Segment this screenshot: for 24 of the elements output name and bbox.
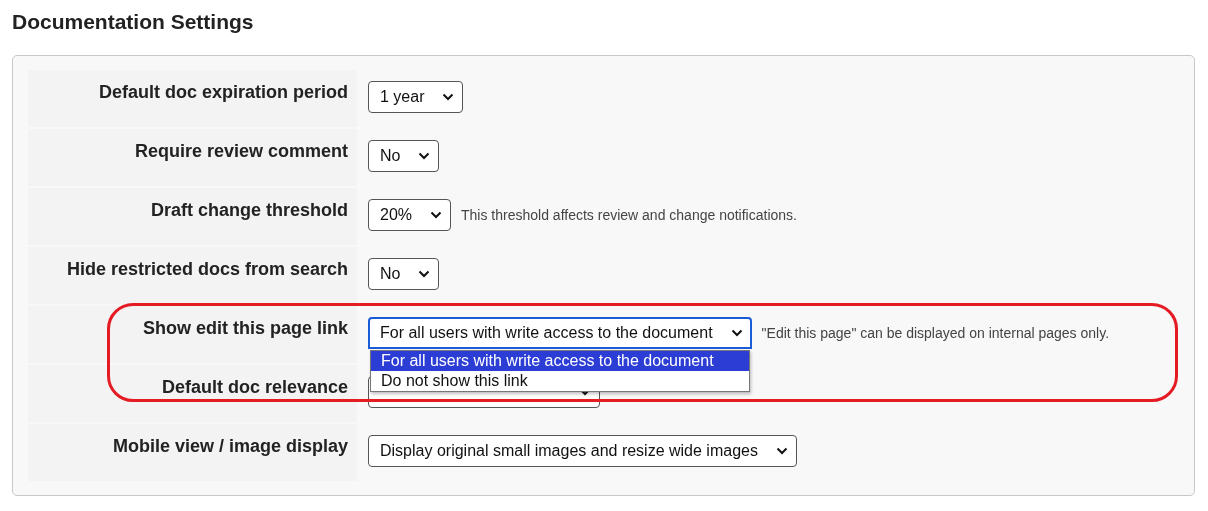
chevron-down-icon xyxy=(730,329,743,337)
hint-text: This threshold affects review and change notifications. xyxy=(461,206,797,223)
dropdown[interactable]: Display original small images and resize wide images xyxy=(368,435,797,467)
hint-text: "Edit this page" can be displayed on internal pages only. xyxy=(761,324,1110,341)
setting-label: Default doc relevance xyxy=(161,377,348,397)
chevron-down-icon xyxy=(418,152,431,160)
setting-label: Hide restricted docs from search xyxy=(66,259,348,279)
chevron-down-icon xyxy=(418,270,431,278)
setting-label: Default doc expiration period xyxy=(98,82,348,102)
dropdown[interactable]: No xyxy=(368,140,440,172)
dropdown[interactable]: No xyxy=(368,258,440,290)
setting-label: Show edit this page link xyxy=(142,318,348,338)
chevron-down-icon xyxy=(775,447,788,455)
dropdown[interactable]: 20% xyxy=(368,199,452,231)
chevron-down-icon xyxy=(430,211,443,219)
chevron-down-icon xyxy=(442,93,455,101)
setting-label: Mobile view / image display xyxy=(112,436,348,456)
setting-label: Draft change threshold xyxy=(150,200,348,220)
dropdown[interactable]: For all users with write access to the document xyxy=(368,317,752,349)
page-title: Documentation Settings xyxy=(12,9,255,35)
setting-label: Require review comment xyxy=(134,141,348,161)
dropdown[interactable]: 1 year xyxy=(368,81,464,113)
dropdown-option[interactable]: Do not show this link xyxy=(371,371,749,391)
dropdown-option[interactable]: For all users with write access to the document xyxy=(371,351,749,371)
